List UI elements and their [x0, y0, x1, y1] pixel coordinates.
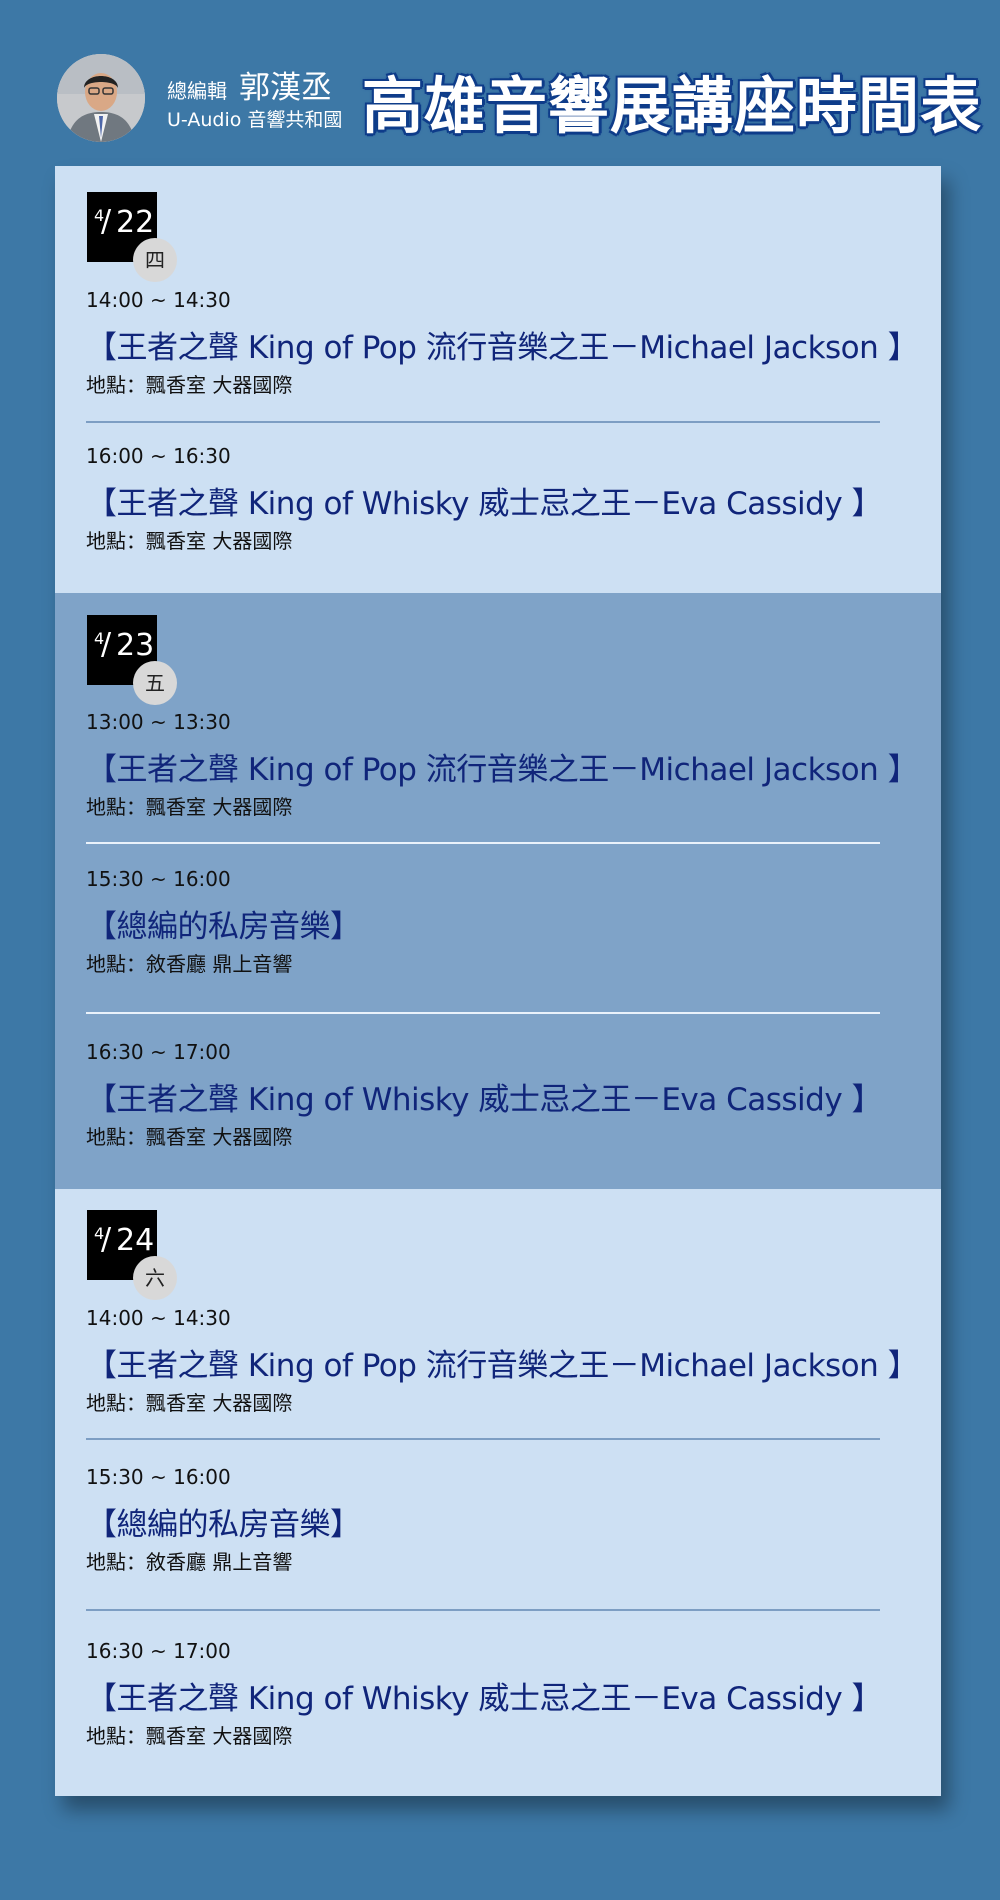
date-slash: /: [101, 627, 112, 662]
weekday-badge: 五: [133, 661, 177, 705]
day-section: 4 / 22 四 14:00 ~ 14:30 【王者之聲 King of Pop…: [55, 166, 941, 593]
event-title: 【王者之聲 King of Pop 流行音樂之王－Michael Jackson…: [86, 1348, 919, 1384]
event-title: 【總編的私房音樂】: [86, 1507, 361, 1543]
event-venue: 地點：飄香室 大器國際: [86, 1724, 293, 1748]
header: 總編輯 郭漢丞 U-Audio 音響共和國 高雄音響展講座時間表: [0, 0, 1000, 165]
event-divider: [86, 842, 880, 844]
event-venue: 地點：敘香廳 鼎上音響: [86, 952, 293, 976]
editor-org: U-Audio 音響共和國: [167, 109, 343, 131]
event-divider: [86, 421, 880, 423]
event-title: 【王者之聲 King of Whisky 威士忌之王－Eva Cassidy 】: [86, 1681, 883, 1717]
date-slash: /: [101, 204, 112, 239]
event-title: 【王者之聲 King of Pop 流行音樂之王－Michael Jackson…: [86, 752, 919, 788]
event-title: 【王者之聲 King of Whisky 威士忌之王－Eva Cassidy 】: [86, 486, 883, 522]
event-time: 14:00 ~ 14:30: [86, 288, 231, 312]
event-venue: 地點：飄香室 大器國際: [86, 1125, 293, 1149]
event-venue: 地點：飄香室 大器國際: [86, 529, 293, 553]
event-venue: 地點：飄香室 大器國際: [86, 1391, 293, 1415]
event-divider: [86, 1012, 880, 1014]
event-venue: 地點：敘香廳 鼎上音響: [86, 1550, 293, 1574]
editor-name: 郭漢丞: [239, 70, 332, 106]
event-time: 13:00 ~ 13:30: [86, 710, 231, 734]
editor-role: 總編輯: [167, 79, 227, 103]
event-venue: 地點：飄香室 大器國際: [86, 373, 293, 397]
day-section: 4 / 24 六 14:00 ~ 14:30 【王者之聲 King of Pop…: [55, 1189, 941, 1796]
event-time: 16:30 ~ 17:00: [86, 1639, 231, 1663]
date-slash: /: [101, 1222, 112, 1257]
event-divider: [86, 1438, 880, 1440]
avatar: [57, 54, 145, 142]
event-title: 【總編的私房音樂】: [86, 909, 361, 945]
date-day: 23: [116, 628, 155, 663]
event-venue: 地點：飄香室 大器國際: [86, 795, 293, 819]
schedule-panel: 4 / 22 四 14:00 ~ 14:30 【王者之聲 King of Pop…: [55, 166, 941, 1796]
event-title: 【王者之聲 King of Pop 流行音樂之王－Michael Jackson…: [86, 330, 919, 366]
date-day: 22: [116, 205, 155, 240]
day-section: 4 / 23 五 13:00 ~ 13:30 【王者之聲 King of Pop…: [55, 593, 941, 1189]
weekday-badge: 四: [133, 238, 177, 282]
event-title: 【王者之聲 King of Whisky 威士忌之王－Eva Cassidy 】: [86, 1082, 883, 1118]
event-time: 14:00 ~ 14:30: [86, 1306, 231, 1330]
event-time: 15:30 ~ 16:00: [86, 1465, 231, 1489]
event-time: 16:30 ~ 17:00: [86, 1040, 231, 1064]
event-time: 15:30 ~ 16:00: [86, 867, 231, 891]
weekday-badge: 六: [133, 1256, 177, 1300]
event-divider: [86, 1609, 880, 1611]
date-day: 24: [116, 1223, 155, 1258]
page-title: 高雄音響展講座時間表: [362, 71, 983, 142]
event-time: 16:00 ~ 16:30: [86, 444, 231, 468]
